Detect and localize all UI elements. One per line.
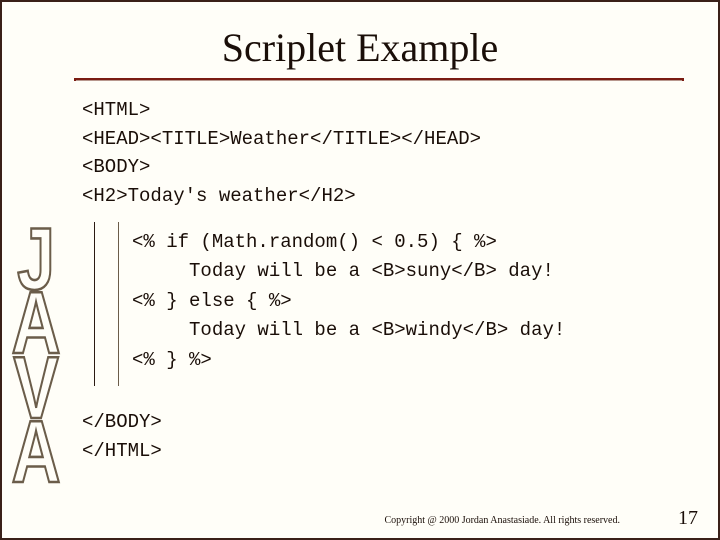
code-head: <HTML> <HEAD><TITLE>Weather</TITLE></HEA… bbox=[82, 96, 680, 210]
java-vertical-decor: A V A J bbox=[8, 105, 64, 485]
slide-title: Scriplet Example bbox=[0, 24, 720, 71]
code-scriptlet: <% if (Math.random() < 0.5) { %> Today w… bbox=[132, 228, 565, 375]
indent-rule-left bbox=[94, 222, 95, 386]
title-underline bbox=[74, 78, 684, 81]
code-tail: </BODY> </HTML> bbox=[82, 408, 162, 465]
page-number: 17 bbox=[678, 507, 698, 530]
indent-rule-right bbox=[118, 222, 119, 386]
copyright-text: Copyright @ 2000 Jordan Anastasiade. All… bbox=[384, 515, 620, 526]
java-letter-j: J bbox=[8, 217, 64, 301]
